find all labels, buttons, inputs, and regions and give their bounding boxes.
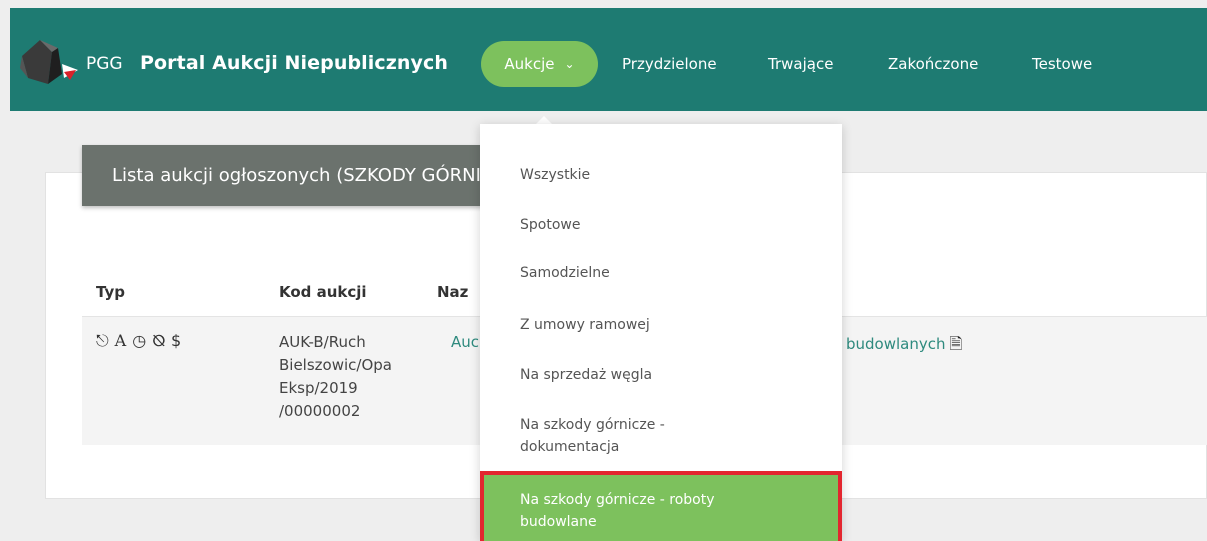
nav-zakonczone-label: Zakończone: [888, 55, 979, 73]
nav-zakonczone[interactable]: Zakończone: [888, 41, 978, 87]
document-icon[interactable]: 🗎: [950, 334, 963, 353]
menu-item-samodzielne[interactable]: Samodzielne: [520, 262, 820, 284]
menu-item-szkody-dokumentacja[interactable]: Na szkody górnicze - dokumentacja: [520, 414, 720, 458]
auction-code-line: Bielszowic/Opa: [279, 356, 392, 374]
menu-item-z-umowy-ramowej[interactable]: Z umowy ramowej: [520, 314, 820, 336]
clock-icon: ◷: [132, 331, 153, 350]
brand-short[interactable]: PGG: [86, 54, 123, 74]
nav-trwajace-label: Trwające: [768, 55, 834, 73]
brand-title[interactable]: Portal Aukcji Niepublicznych: [140, 52, 448, 74]
auction-name-link-end[interactable]: budowlanych 🗎: [846, 333, 962, 360]
aukcje-dropdown-menu: Wszystkie Spotowe Samodzielne Z umowy ra…: [480, 124, 842, 541]
menu-item-szkody-roboty-budowlane-highlight[interactable]: Na szkody górnicze - roboty budowlane: [480, 471, 842, 541]
auction-code-line: /00000002: [279, 402, 361, 420]
nav-przydzielone-label: Przydzielone: [622, 55, 717, 73]
auction-name-link-text[interactable]: budowlanych: [846, 335, 946, 353]
letter-a-icon: A: [114, 331, 133, 350]
menu-item-spotowe[interactable]: Spotowe: [520, 214, 820, 236]
column-header-typ[interactable]: Typ: [96, 283, 125, 301]
auction-name-link-start[interactable]: Auc: [451, 333, 479, 351]
menu-item-szkody-roboty-budowlane[interactable]: Na szkody górnicze - roboty budowlane: [520, 489, 780, 533]
nav-trwajace[interactable]: Trwające: [768, 41, 833, 87]
nav-testowe-label: Testowe: [1032, 55, 1093, 73]
auction-type-icons: ⎋A◷⦰$: [96, 331, 187, 351]
auction-code-line: Eksp/2019: [279, 379, 358, 397]
dollar-icon: $: [171, 331, 188, 350]
nav-testowe[interactable]: Testowe: [1032, 41, 1092, 87]
column-header-kod-aukcji[interactable]: Kod aukcji: [279, 283, 367, 301]
auction-code-line: AUK-B/Ruch: [279, 333, 366, 351]
menu-item-na-sprzedaz-wegla[interactable]: Na sprzedaż węgla: [520, 364, 820, 386]
eye-slash-icon: ⦰: [152, 331, 172, 350]
pgg-logo-icon[interactable]: [18, 34, 78, 92]
lock-icon: ⎋: [96, 331, 115, 350]
menu-item-wszystkie[interactable]: Wszystkie: [520, 164, 820, 186]
nav-przydzielone[interactable]: Przydzielone: [622, 41, 717, 87]
nav-aukcje-dropdown[interactable]: Aukcje ⌄: [481, 41, 598, 87]
page-title: Lista aukcji ogłoszonych (SZKODY GÓRNICZ…: [82, 145, 492, 206]
auction-code: AUK-B/Ruch Bielszowic/Opa Eksp/2019 /000…: [279, 331, 419, 423]
chevron-down-icon: ⌄: [564, 57, 575, 71]
column-header-nazwa[interactable]: Naz: [437, 283, 468, 301]
top-navbar: PGG Portal Aukcji Niepublicznych Aukcje …: [10, 8, 1207, 111]
nav-aukcje-label: Aukcje: [504, 55, 555, 73]
